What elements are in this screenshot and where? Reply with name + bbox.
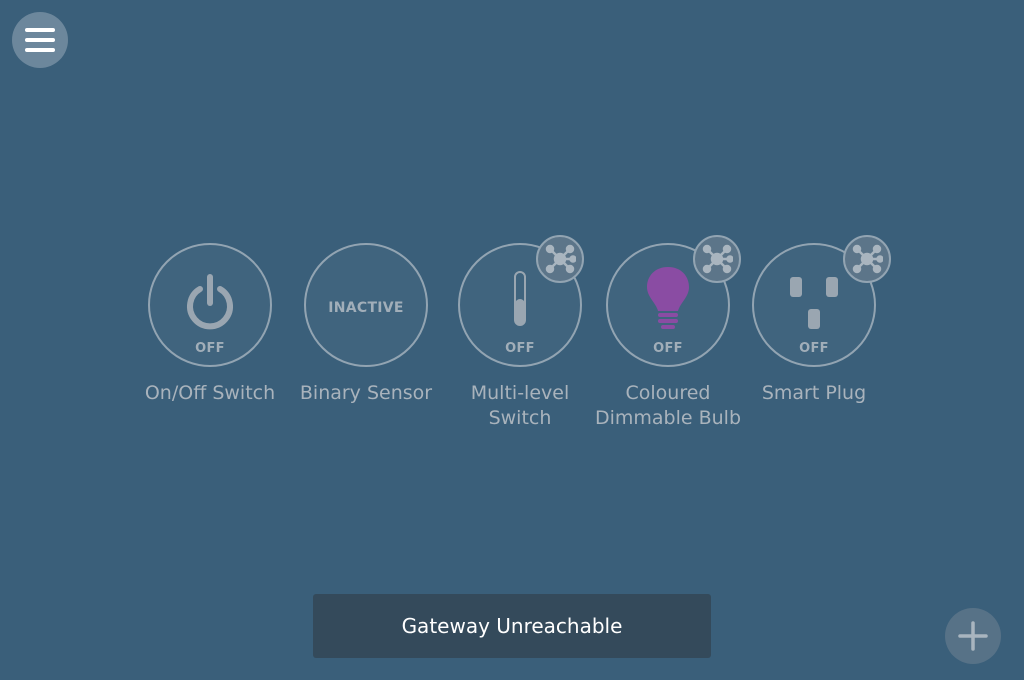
slider-icon [514, 271, 526, 326]
device-state: OFF [799, 341, 829, 356]
device-state: INACTIVE [328, 300, 404, 316]
device-state: OFF [195, 341, 225, 356]
device-multilevel-switch: OFF Multi-level Switch [445, 235, 595, 431]
network-icon [702, 244, 733, 274]
device-label: On/Off Switch [144, 382, 276, 404]
network-badge[interactable] [536, 235, 584, 283]
add-device-button[interactable] [945, 608, 1001, 664]
lightbulb-icon [647, 267, 689, 329]
device-label: Coloured Dimmable Bulb [594, 382, 742, 429]
device-smart-plug: OFF Smart Plug [739, 235, 891, 406]
menu-button[interactable] [12, 12, 68, 68]
device-label: Smart Plug [761, 382, 867, 404]
device-onoff-switch: OFF On/Off Switch [135, 243, 285, 406]
network-icon [852, 244, 883, 274]
onoff-switch-toggle[interactable]: OFF [148, 243, 272, 367]
plus-icon [958, 621, 988, 651]
device-coloured-bulb: OFF Coloured Dimmable Bulb [593, 235, 743, 431]
power-icon [187, 274, 233, 330]
binary-sensor-button[interactable]: INACTIVE [304, 243, 428, 367]
device-binary-sensor: INACTIVE Binary Sensor [291, 243, 441, 406]
network-icon [545, 244, 576, 274]
device-state: OFF [505, 341, 535, 356]
hamburger-menu-icon [25, 28, 55, 52]
outlet-icon [790, 277, 838, 329]
device-state: OFF [653, 341, 683, 356]
device-list: OFF On/Off Switch INACTIVE Binary Sensor… [0, 235, 1024, 443]
toast-message: Gateway Unreachable [313, 594, 711, 658]
device-label: Multi-level Switch [470, 382, 570, 429]
network-badge[interactable] [693, 235, 741, 283]
device-label: Binary Sensor [299, 382, 433, 404]
network-badge[interactable] [843, 235, 891, 283]
